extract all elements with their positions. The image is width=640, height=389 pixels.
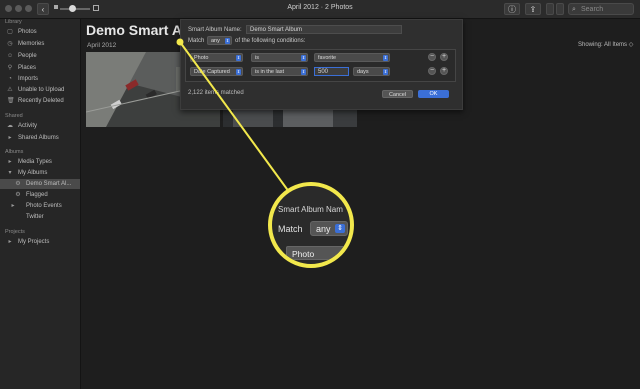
zoom-match-label: Match	[278, 224, 303, 234]
callout-dot	[176, 38, 184, 46]
zoom-field-popup: Photo	[286, 246, 350, 260]
zoom-magnifier: Smart Album Nam Match any ⇕ o Photo	[268, 182, 354, 268]
popup-arrows-icon: ⇕	[335, 224, 345, 233]
zoom-name-label: Smart Album Nam	[278, 205, 343, 214]
callout-line	[179, 41, 293, 197]
zoom-match-popup: any ⇕	[310, 221, 348, 236]
